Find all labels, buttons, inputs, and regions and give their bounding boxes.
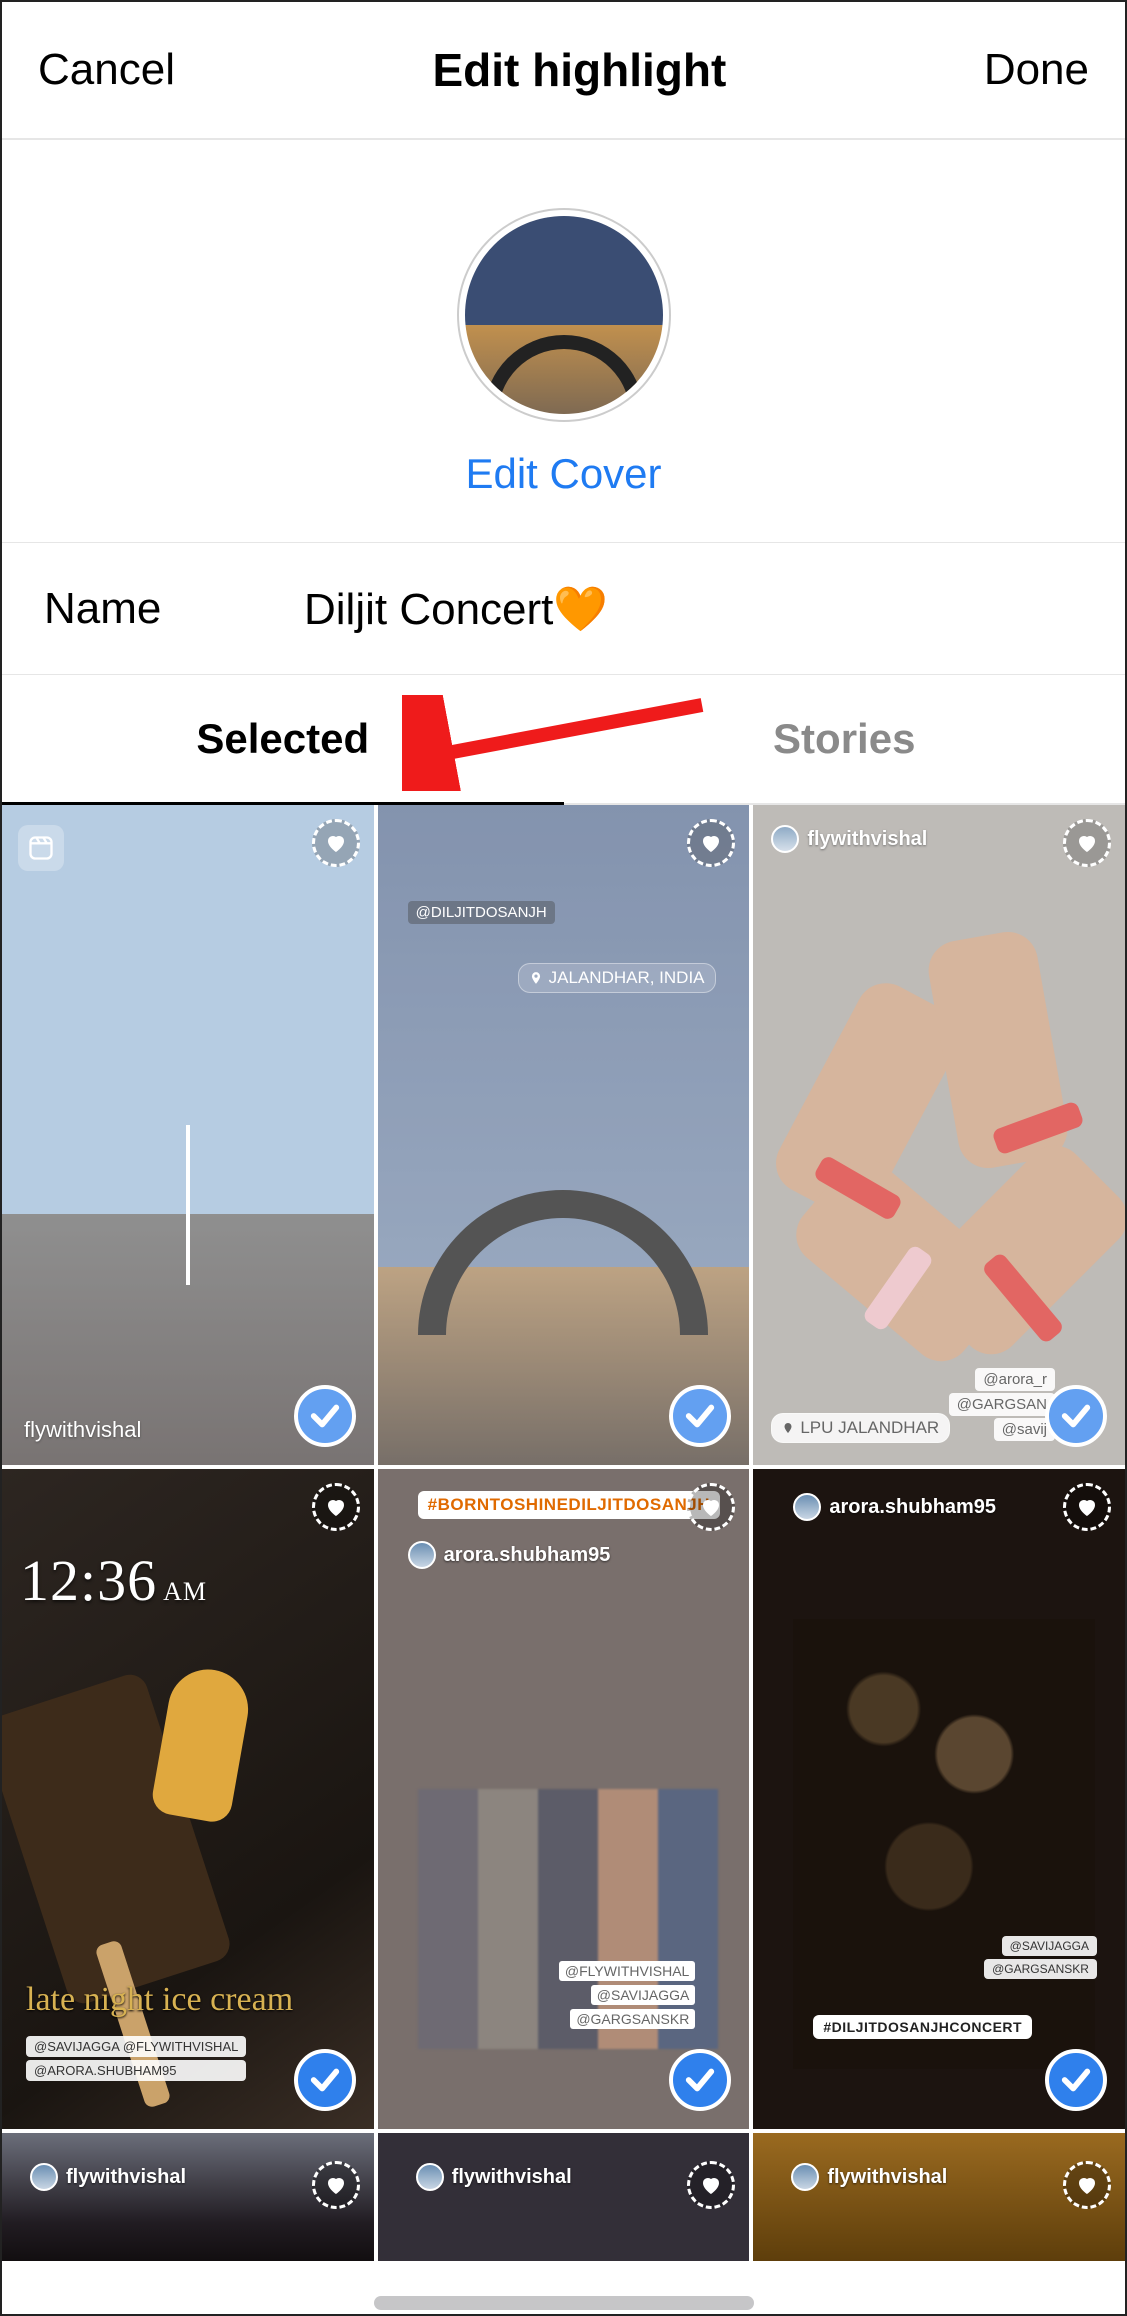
tab-stories[interactable]: Stories (564, 675, 1126, 803)
avatar (408, 1541, 436, 1569)
done-button[interactable]: Done (984, 45, 1089, 95)
cover-image (465, 216, 663, 414)
story-user-header: flywithvishal (30, 2163, 186, 2191)
story-user-header: flywithvishal (791, 2163, 947, 2191)
avatar (30, 2163, 58, 2191)
selected-badge-icon[interactable] (669, 2049, 731, 2111)
story-footer-tags: @SAVIJAGGA @FLYWITHVISHAL @ARORA.SHUBHAM… (26, 2036, 246, 2081)
story-thumbnail[interactable]: flywithvishal (2, 805, 374, 1465)
selected-badge-icon[interactable] (1045, 2049, 1107, 2111)
avatar (416, 2163, 444, 2191)
story-user-header: flywithvishal (771, 825, 927, 853)
story-thumbnail[interactable]: 12:36AM late night ice cream @SAVIJAGGA … (2, 1469, 374, 2129)
selected-badge-icon[interactable] (294, 1385, 356, 1447)
story-footer-tags: @arora_r @GARGSAN @savij (949, 1368, 1055, 1441)
story-footer-tags: @FLYWITHVISHAL @SAVIJAGGA @GARGSANSKR (559, 1961, 695, 2029)
story-thumbnail[interactable]: flywithvishal (753, 2133, 1125, 2261)
tab-bar: Selected Stories (2, 675, 1125, 805)
cover-section: Edit Cover (2, 140, 1125, 543)
story-thumbnail[interactable]: @DILJITDOSANJH JALANDHAR, INDIA (378, 805, 750, 1465)
like-icon (687, 2161, 735, 2209)
avatar (793, 1493, 821, 1521)
story-thumbnail[interactable]: flywithvishal (378, 2133, 750, 2261)
story-thumbnail[interactable]: flywithvishal LPU JALANDHAR @arora_r @GA… (753, 805, 1125, 1465)
like-icon (312, 2161, 360, 2209)
like-icon (1063, 1483, 1111, 1531)
story-location-tag: LPU JALANDHAR (771, 1413, 950, 1443)
home-indicator (374, 2296, 754, 2310)
selected-badge-icon[interactable] (294, 2049, 356, 2111)
story-caption: late night ice cream (26, 1981, 293, 2019)
cover-thumbnail[interactable] (457, 208, 671, 422)
story-thumbnail[interactable]: #BORNTOSHINEDILJITDOSANJH arora.shubham9… (378, 1469, 750, 2129)
selected-badge-icon[interactable] (1045, 1385, 1107, 1447)
like-icon (687, 819, 735, 867)
story-user-header: flywithvishal (416, 2163, 572, 2191)
avatar (791, 2163, 819, 2191)
name-row: Name Diljit Concert🧡 (2, 543, 1125, 675)
story-thumbnail[interactable]: arora.shubham95 #DILJITDOSANJHCONCERT @S… (753, 1469, 1125, 2129)
story-hashtag: #DILJITDOSANJHCONCERT (813, 2015, 1032, 2039)
page-title: Edit highlight (432, 43, 726, 97)
story-location-tag: JALANDHAR, INDIA (518, 963, 716, 993)
header-bar: Cancel Edit highlight Done (2, 2, 1125, 140)
story-user-header: arora.shubham95 (408, 1541, 611, 1569)
story-hashtag: #BORNTOSHINEDILJITDOSANJH (418, 1491, 720, 1519)
like-icon (312, 1483, 360, 1531)
name-field-label: Name (44, 584, 304, 634)
reel-icon (18, 825, 64, 871)
like-icon (1063, 819, 1111, 867)
like-icon (687, 1483, 735, 1531)
story-user-header: arora.shubham95 (793, 1493, 996, 1521)
cancel-button[interactable]: Cancel (38, 45, 175, 95)
story-thumbnail[interactable]: flywithvishal (2, 2133, 374, 2261)
story-time-overlay: 12:36AM (20, 1547, 207, 1614)
like-icon (312, 819, 360, 867)
edit-cover-button[interactable]: Edit Cover (465, 450, 661, 498)
name-field-value[interactable]: Diljit Concert🧡 (304, 583, 608, 635)
tab-selected[interactable]: Selected (2, 675, 564, 803)
avatar (771, 825, 799, 853)
like-icon (1063, 2161, 1111, 2209)
story-footer-tags: @SAVIJAGGA @GARGSANSKR (984, 1936, 1097, 1979)
selected-badge-icon[interactable] (669, 1385, 731, 1447)
story-grid: flywithvishal @DILJITDOSANJH JALANDHAR, … (2, 805, 1125, 2261)
story-watermark: flywithvishal (24, 1417, 141, 1443)
story-mention-tag: @DILJITDOSANJH (408, 901, 555, 924)
